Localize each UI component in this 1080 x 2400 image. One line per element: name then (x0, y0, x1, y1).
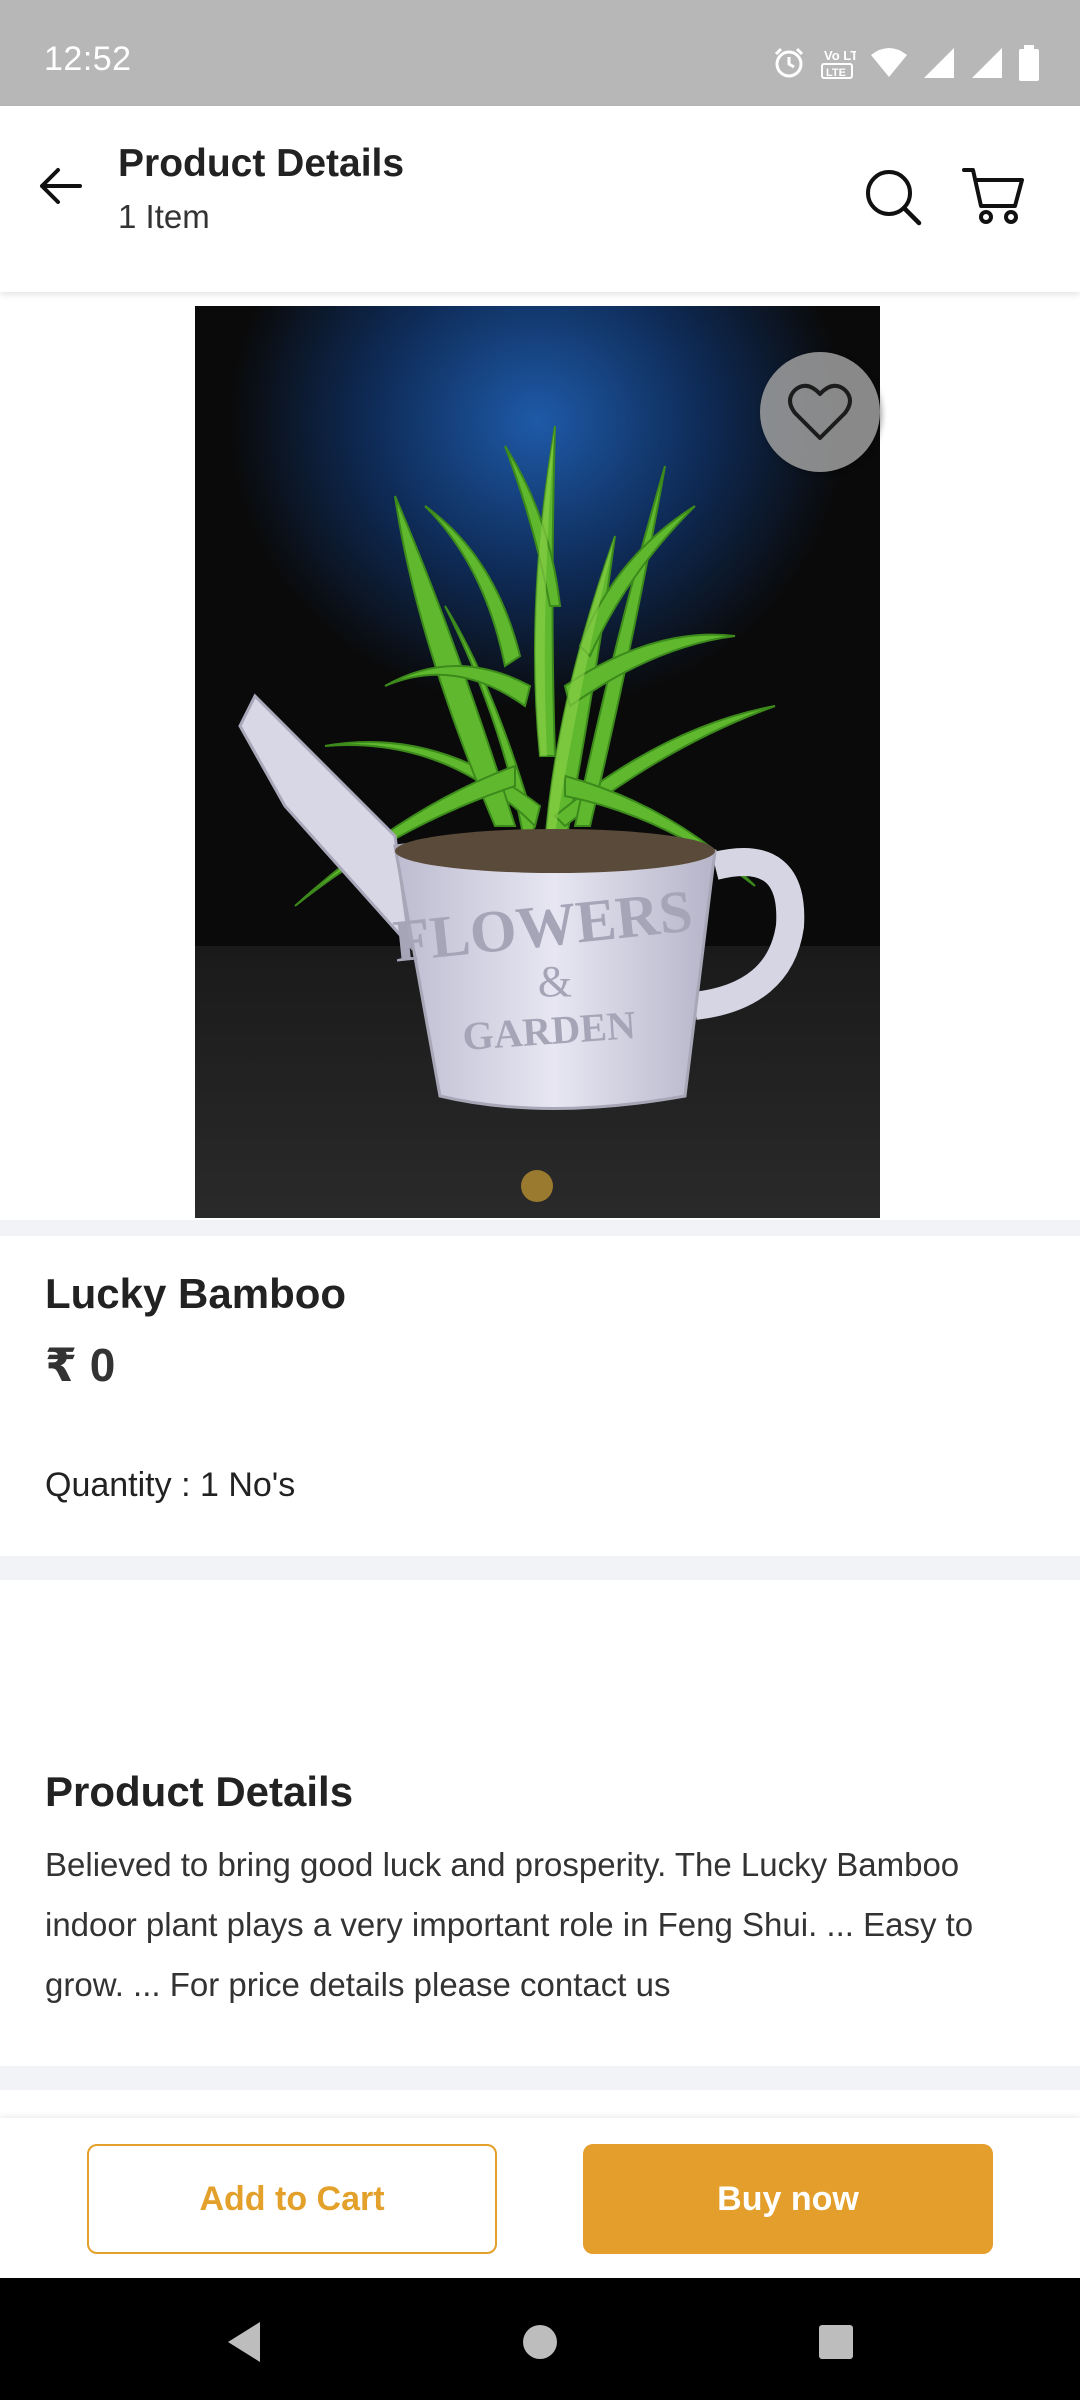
nav-recents-icon (819, 2325, 853, 2359)
product-name: Lucky Bamboo (45, 1270, 347, 1317)
nav-back-button[interactable] (214, 2312, 274, 2372)
carousel-indicator-dot[interactable] (521, 1170, 553, 1202)
buy-now-button[interactable]: Buy now (583, 2144, 993, 2254)
divider (0, 1220, 1080, 1236)
search-icon (866, 170, 922, 226)
divider (0, 1556, 1080, 1580)
status-icons: Vo LTE LTE (772, 44, 1040, 82)
volte-icon: Vo LTE LTE (820, 46, 856, 80)
nav-back-icon (228, 2322, 260, 2362)
nav-home-icon (523, 2325, 557, 2359)
nav-home-button[interactable] (510, 2312, 570, 2372)
navigation-bar (0, 2278, 1080, 2400)
action-bar: Add to Cart Buy now (0, 2118, 1080, 2278)
back-arrow-icon (40, 168, 82, 204)
pot-text-ampersand: & (538, 957, 572, 1006)
status-bar: 12:52 Vo LTE LTE (0, 0, 1080, 106)
signal-icon (922, 46, 956, 80)
alarm-icon (772, 46, 806, 80)
search-button[interactable] (858, 162, 928, 232)
image-carousel[interactable]: FLOWERS & GARDEN (0, 292, 1080, 1220)
divider (0, 2066, 1080, 2090)
status-time: 12:52 (44, 40, 132, 78)
product-price: ₹ 0 (45, 1339, 116, 1391)
product-quantity: Quantity : 1 No's (45, 1466, 296, 1504)
page-title: Product Details (118, 142, 405, 185)
add-to-cart-button[interactable]: Add to Cart (87, 2144, 497, 2254)
details-heading: Product Details (45, 1768, 354, 1815)
item-count: 1 Item (118, 198, 210, 235)
favorite-button[interactable] (760, 352, 880, 472)
svg-text:LTE: LTE (826, 67, 846, 79)
app-bar: Product Details 1 Item (0, 106, 1080, 292)
wifi-icon (870, 47, 908, 79)
cart-button[interactable] (958, 160, 1030, 232)
cart-icon (962, 168, 1024, 224)
volte-text-top: Vo LTE (824, 48, 856, 63)
signal-icon (970, 46, 1004, 80)
battery-icon (1018, 45, 1040, 81)
heart-outline-icon (788, 383, 852, 440)
details-description: Believed to bring good luck and prosperi… (45, 1846, 974, 2003)
back-button[interactable] (30, 156, 90, 216)
nav-recents-button[interactable] (806, 2312, 866, 2372)
